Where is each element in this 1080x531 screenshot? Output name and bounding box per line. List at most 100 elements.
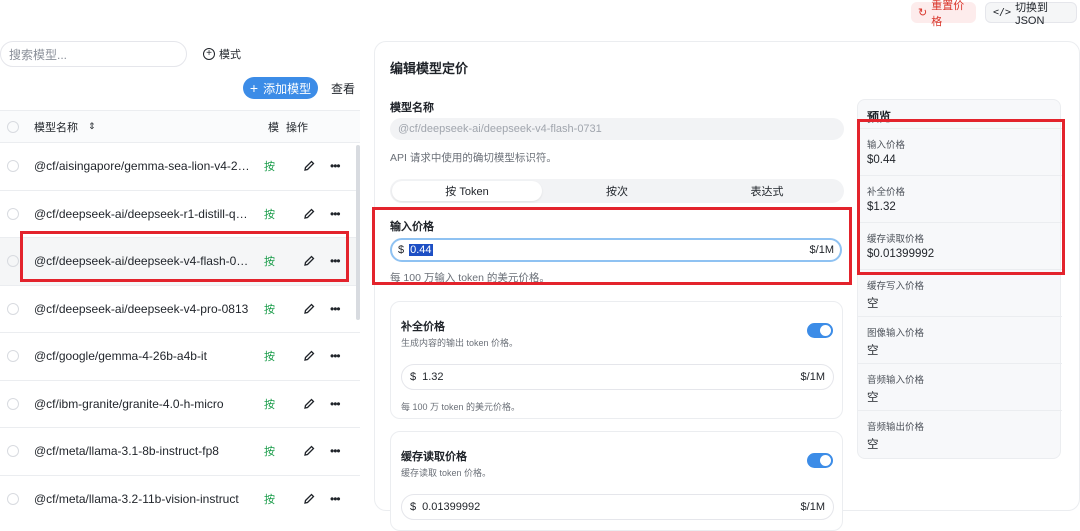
more-icon[interactable]: ••• — [330, 492, 341, 506]
mode-badge: 按 — [264, 208, 275, 221]
edit-icon[interactable] — [302, 349, 316, 363]
tab-per-call[interactable]: 按次 — [542, 181, 692, 201]
add-model-button[interactable]: + 添加模型 — [243, 77, 318, 99]
preview-label: 补全价格 — [867, 187, 906, 198]
model-name: @cf/meta/llama-3.2-11b-vision-instruct — [34, 491, 239, 506]
preview-value: 空 — [867, 345, 879, 357]
preview-value: $0.44 — [867, 154, 896, 166]
input-price-label: 输入价格 — [390, 221, 434, 233]
row-checkbox[interactable] — [7, 255, 19, 268]
search-input[interactable]: 搜索模型... — [0, 41, 187, 67]
model-name: @cf/deepseek-ai/deepseek-r1-distill-qw… — [34, 206, 254, 221]
completion-price-field[interactable]: $ 1.32 $/1M — [401, 364, 834, 390]
model-name: @cf/deepseek-ai/deepseek-v4-pro-0813 — [34, 301, 249, 316]
more-icon[interactable]: ••• — [330, 349, 341, 363]
tab-per-token[interactable]: 按 Token — [392, 181, 542, 201]
row-checkbox[interactable] — [7, 350, 19, 363]
completion-price-toggle[interactable] — [807, 323, 833, 338]
table-row[interactable]: @cf/ibm-granite/granite-4.0-h-micro 按 ••… — [0, 381, 360, 428]
cache-read-price-toggle[interactable] — [807, 453, 833, 468]
mode-label: 模式 — [219, 49, 241, 61]
mode-badge: 按 — [264, 256, 275, 269]
table-row[interactable]: @cf/meta/llama-3.1-8b-instruct-fp8 按 ••• — [0, 428, 360, 476]
row-checkbox[interactable] — [7, 160, 19, 173]
input-price-hint: 每 100 万输入 token 的美元价格。 — [390, 272, 550, 284]
cache-read-price-card: 缓存读取价格 缓存读取 token 价格。 $ 0.01399992 $/1M — [390, 431, 843, 531]
column-header-ops: 操作 — [286, 121, 308, 134]
table-row[interactable]: @cf/google/gemma-4-26b-a4b-it 按 ••• — [0, 333, 360, 381]
preview-panel: 预览 输入价格 $0.44 补全价格 $1.32 缓存读取价格 $0.01399… — [857, 99, 1062, 459]
switch-json-button[interactable]: </> 切换到 JSON — [985, 2, 1077, 27]
mode-badge: 按 — [264, 493, 275, 506]
search-placeholder: 搜索模型... — [9, 47, 68, 62]
reset-price-button[interactable]: ↻ 重置价格 — [911, 0, 976, 28]
preview-label: 输入价格 — [867, 140, 906, 151]
row-checkbox[interactable] — [7, 445, 19, 458]
more-icon[interactable]: ••• — [330, 254, 341, 268]
reset-price-label: 重置价格 — [931, 0, 965, 28]
edit-icon[interactable] — [302, 207, 316, 221]
table-row[interactable]: @cf/meta/llama-3.2-11b-vision-instruct 按… — [0, 476, 360, 507]
cache-read-price-title: 缓存读取价格 — [401, 451, 467, 463]
preview-value: 空 — [867, 439, 879, 451]
preview-label: 图像输入价格 — [867, 328, 925, 339]
more-icon[interactable]: ••• — [330, 397, 341, 411]
mode-badge: 按 — [264, 303, 275, 316]
mode-badge: 按 — [264, 351, 275, 364]
mode-button[interactable]: + 模式 — [203, 44, 241, 64]
preview-value: 空 — [867, 298, 879, 310]
table-row[interactable]: @cf/deepseek-ai/deepseek-r1-distill-qw… … — [0, 191, 360, 238]
column-name-label: 模型名称 — [34, 121, 78, 134]
table-row[interactable]: @cf/deepseek-ai/deepseek-v4-pro-0813 按 •… — [0, 286, 360, 333]
tab-expression[interactable]: 表达式 — [692, 181, 842, 201]
more-icon[interactable]: ••• — [330, 207, 341, 221]
completion-price-title: 补全价格 — [401, 321, 445, 333]
edit-icon[interactable] — [302, 254, 316, 268]
table-scrollbar[interactable] — [356, 145, 360, 320]
completion-price-card: 补全价格 生成内容的输出 token 价格。 $ 1.32 $/1M 每 100… — [390, 301, 843, 419]
preview-label: 缓存写入价格 — [867, 281, 925, 292]
table-row[interactable]: @cf/aisingapore/gemma-sea-lion-v4-27… 按 … — [0, 143, 360, 191]
plus-circle-icon: + — [203, 48, 215, 60]
edit-icon[interactable] — [302, 397, 316, 411]
pricing-editor-panel: 编辑模型定价 模型名称 @cf/deepseek-ai/deepseek-v4-… — [374, 41, 1080, 531]
model-table: 模型名称 ⇕ 模 操作 @cf/aisingapore/gemma-sea-li… — [0, 110, 360, 506]
select-all-checkbox[interactable] — [7, 120, 19, 133]
mode-badge: 按 — [264, 398, 275, 411]
completion-price-subtitle: 生成内容的输出 token 价格。 — [401, 338, 519, 348]
preview-item: 图像输入价格 空 — [858, 316, 1062, 363]
mode-badge: 按 — [264, 446, 275, 459]
input-price-field[interactable]: $ 0.44 $/1M — [390, 238, 842, 262]
preview-label: 音频输出价格 — [867, 422, 925, 433]
switch-json-label: 切换到 JSON — [1015, 1, 1049, 27]
preview-label: 缓存读取价格 — [867, 234, 925, 245]
row-checkbox[interactable] — [7, 397, 19, 410]
model-name-label: 模型名称 — [390, 102, 434, 114]
preview-title: 预览 — [867, 110, 892, 124]
table-row[interactable]: @cf/deepseek-ai/deepseek-v4-flash-0731 按… — [0, 238, 360, 286]
model-name-hint: API 请求中使用的确切模型标识符。 — [390, 152, 557, 164]
more-icon[interactable]: ••• — [330, 302, 341, 316]
edit-icon[interactable] — [302, 444, 316, 458]
edit-icon[interactable] — [302, 492, 316, 506]
model-name-value: @cf/deepseek-ai/deepseek-v4-flash-0731 — [398, 123, 602, 135]
view-label: 查看 — [330, 81, 355, 96]
row-checkbox[interactable] — [7, 302, 19, 315]
completion-price-value: 1.32 — [422, 371, 444, 383]
model-name-field[interactable]: @cf/deepseek-ai/deepseek-v4-flash-0731 — [390, 118, 844, 140]
cache-read-price-subtitle: 缓存读取 token 价格。 — [401, 468, 492, 478]
row-checkbox[interactable] — [7, 492, 19, 505]
edit-icon[interactable] — [302, 159, 316, 173]
preview-item: 音频输入价格 空 — [858, 363, 1062, 410]
view-button[interactable]: 查看 — [326, 77, 360, 99]
currency-symbol: $ — [398, 244, 405, 256]
preview-value: $1.32 — [867, 201, 896, 213]
more-icon[interactable]: ••• — [330, 444, 341, 458]
cache-read-price-field[interactable]: $ 0.01399992 $/1M — [401, 494, 834, 520]
sort-icon: ⇕ — [88, 121, 96, 131]
edit-icon[interactable] — [302, 302, 316, 316]
row-checkbox[interactable] — [7, 207, 19, 220]
more-icon[interactable]: ••• — [330, 159, 341, 173]
column-header-name[interactable]: 模型名称 ⇕ — [34, 119, 96, 135]
preview-item: 缓存读取价格 $0.01399992 — [858, 222, 1062, 269]
